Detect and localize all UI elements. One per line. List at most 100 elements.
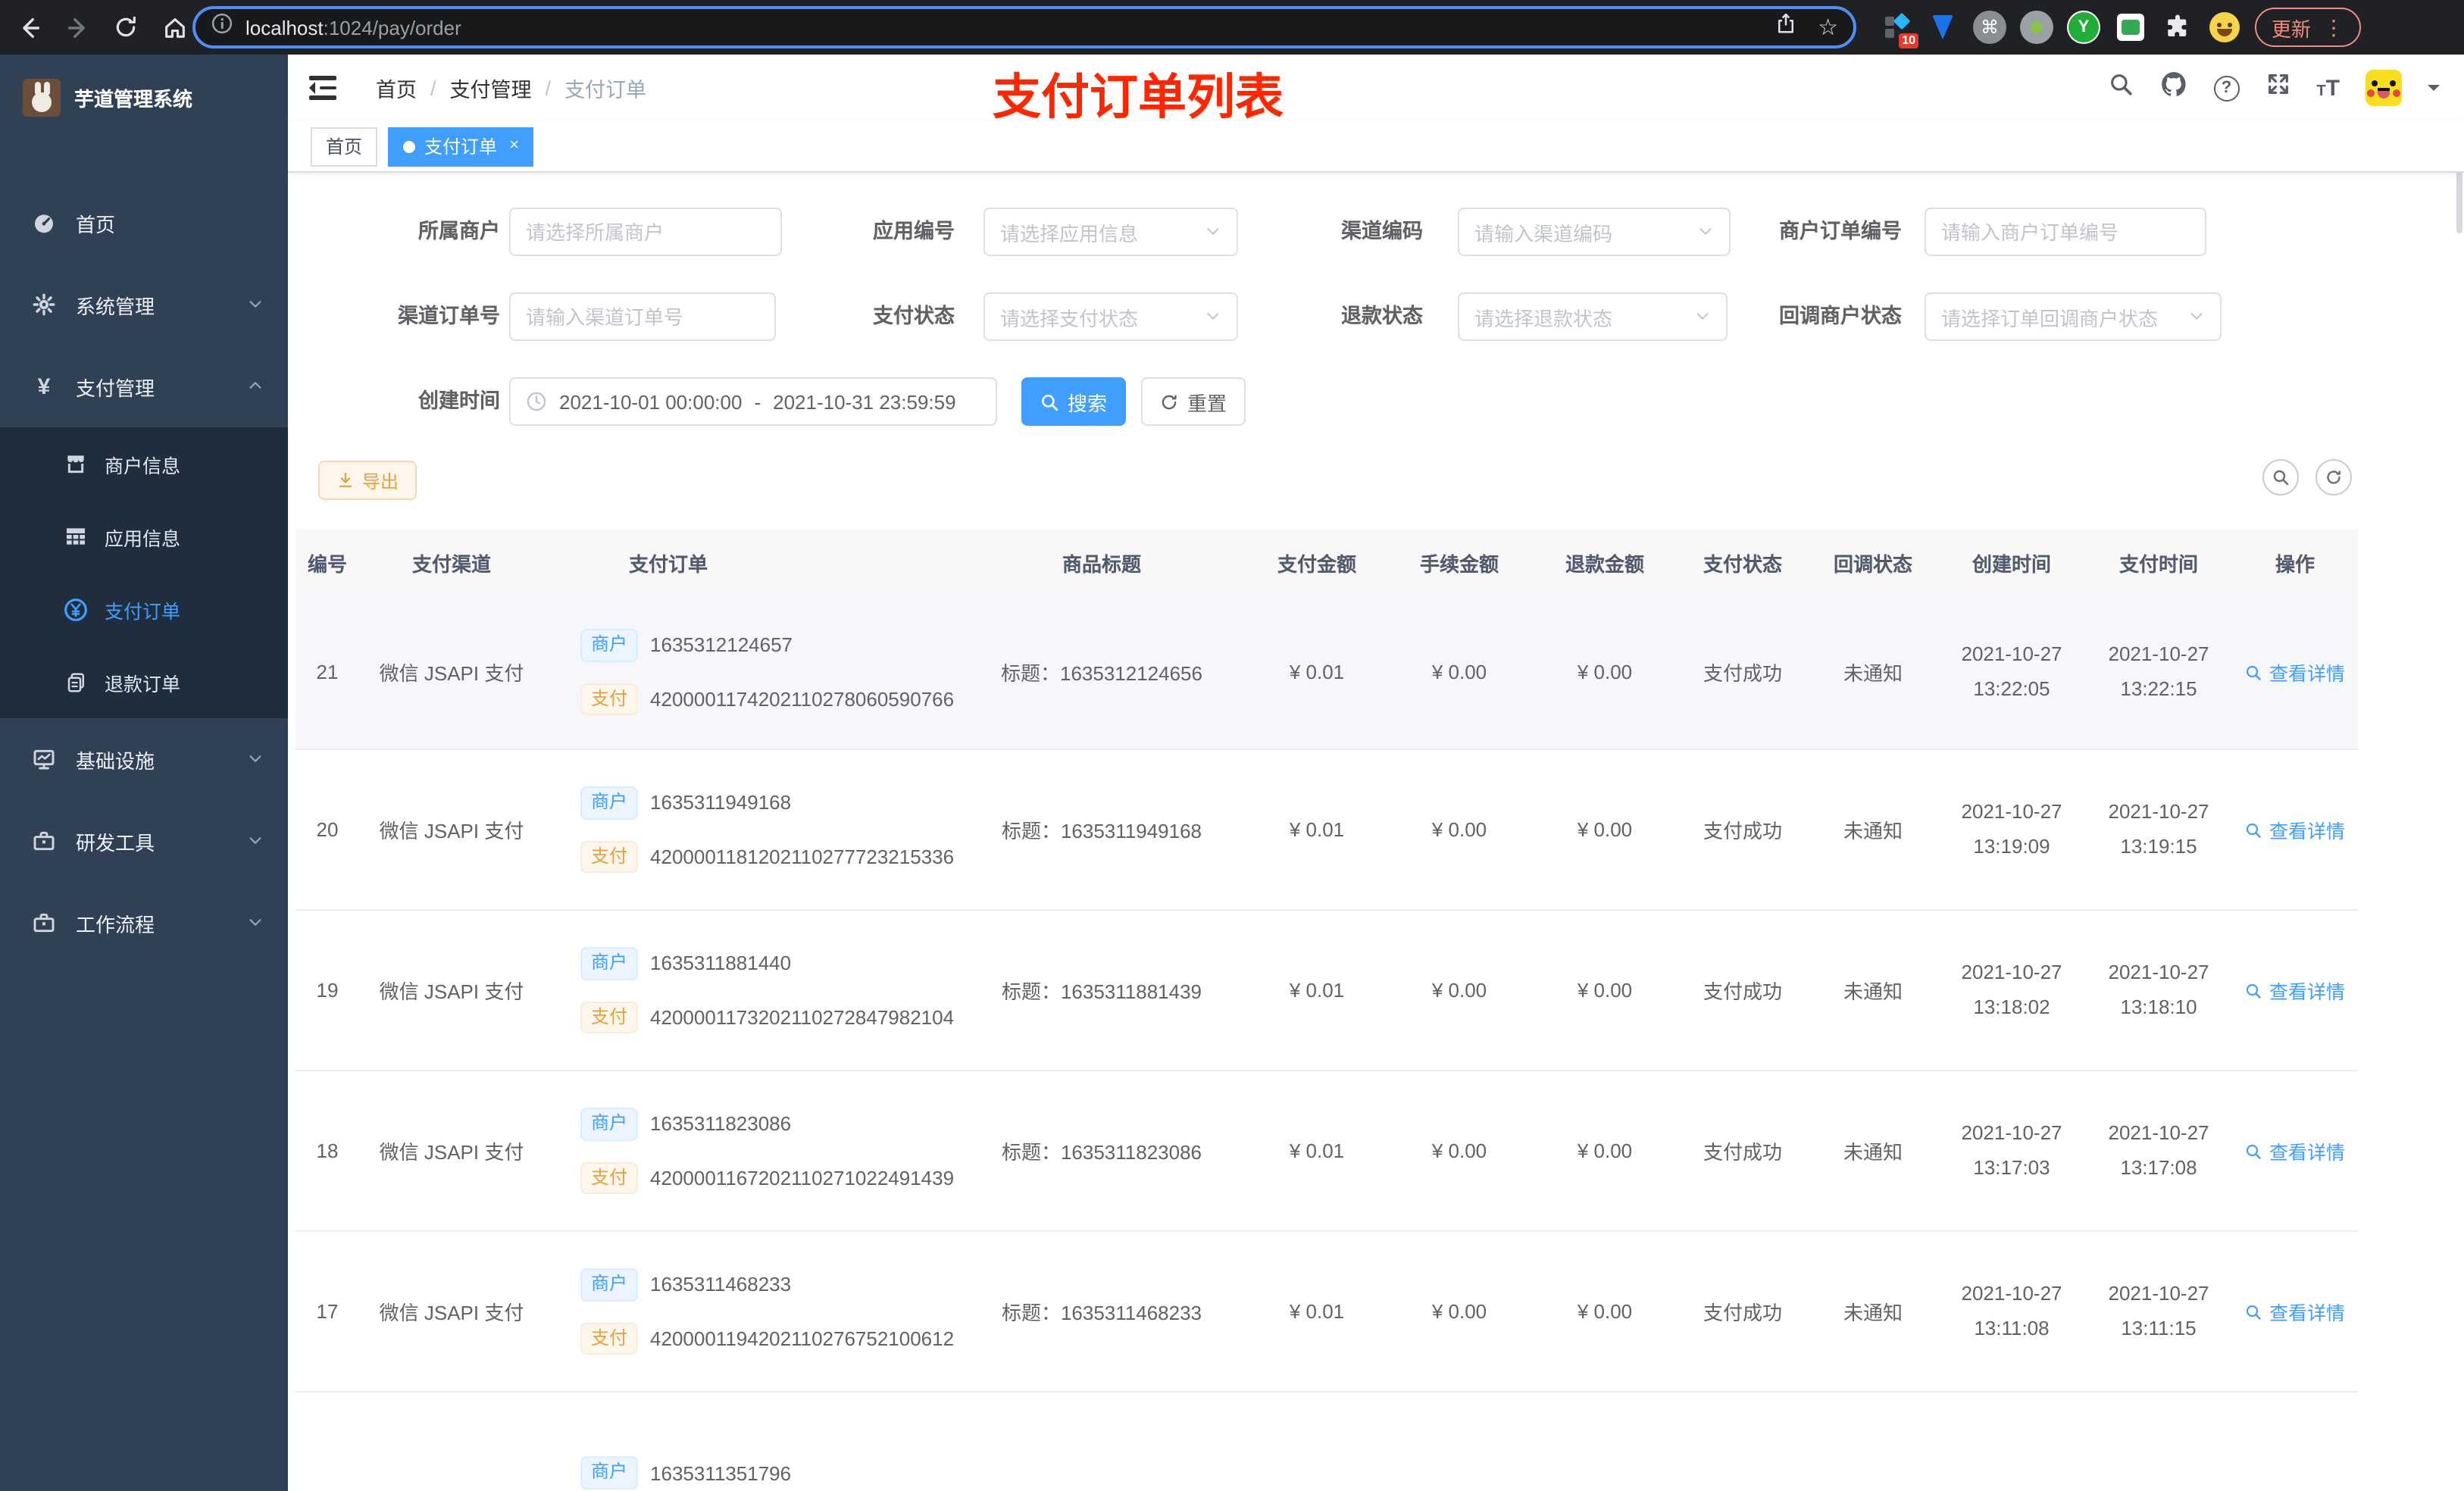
address-bar[interactable]: localhost:1024/pay/order ☆	[192, 6, 1856, 48]
extension-kite-icon[interactable]	[1926, 11, 1959, 44]
export-button[interactable]: 导出	[318, 461, 417, 500]
filter-label-refund-status: 退款状态	[1341, 305, 1423, 327]
app-navbar: 首页 / 支付管理 / 支付订单 支付订单列表 ? TT	[288, 55, 2464, 124]
app-no-select[interactable]: 请选择应用信息	[983, 208, 1238, 256]
help-icon[interactable]: ?	[2213, 75, 2240, 101]
extension-blocker-icon[interactable]: 10	[1879, 11, 1918, 48]
chevron-down-icon	[247, 830, 264, 852]
sidebar-item-payment[interactable]: ¥ 支付管理	[0, 345, 288, 427]
sidebar-item-merchant-info[interactable]: 商户信息	[0, 427, 288, 500]
font-size-icon[interactable]: TT	[2316, 75, 2340, 101]
breadcrumb-payment[interactable]: 支付管理	[450, 73, 532, 103]
col-status: 支付状态	[1703, 552, 1782, 575]
briefcase-icon	[32, 911, 56, 935]
pay-status-select[interactable]: 请选择支付状态	[983, 292, 1238, 341]
table-row: 20 微信 JSAPI 支付 商户 1635311949168 支付 4200001…	[295, 750, 2358, 911]
refresh-table-button[interactable]	[2315, 459, 2352, 495]
extension-command-icon[interactable]: ⌘	[1973, 11, 2006, 44]
create-time-range-picker[interactable]: 2021-10-01 00:00:00 - 2021-10-31 23:59:5…	[509, 377, 997, 426]
chevron-down-icon	[247, 911, 264, 934]
filter-label-create-time: 创建时间	[418, 389, 500, 412]
app-logo[interactable]: 芋道管理系统	[0, 55, 288, 139]
view-detail-link[interactable]: 查看详情	[2245, 815, 2345, 844]
monitor-chart-icon	[32, 747, 56, 771]
tag-home[interactable]: 首页	[311, 127, 378, 166]
status-text: 支付成功	[1703, 820, 1782, 842]
yen-circle-icon	[64, 596, 88, 622]
sidebar-item-workflow[interactable]: 工作流程	[0, 882, 288, 964]
breadcrumb-home[interactable]: 首页	[376, 73, 417, 103]
merchant-badge: 商户	[580, 786, 639, 819]
sidebar-item-refund-order[interactable]: 退款订单	[0, 645, 288, 718]
pay-badge: 支付	[580, 1322, 639, 1355]
merchant-order-no-input[interactable]	[1925, 208, 2206, 256]
sidebar-item-pay-order[interactable]: 支付订单	[0, 573, 288, 645]
refund-status-select[interactable]: 请选择退款状态	[1458, 292, 1728, 341]
sidebar-item-system[interactable]: 系统管理	[0, 264, 288, 345]
sidebar-item-home[interactable]: 首页	[0, 182, 288, 264]
filter-label-channel-order-no: 渠道订单号	[398, 305, 500, 327]
breadcrumb-separator: /	[430, 77, 436, 99]
view-detail-link[interactable]: 查看详情	[2245, 1136, 2345, 1165]
avatar-caret-down-icon[interactable]	[2428, 85, 2440, 97]
tag-pay-order[interactable]: 支付订单 ×	[388, 127, 534, 166]
bookmark-star-icon[interactable]: ☆	[1818, 14, 1838, 41]
browser-forward-button[interactable]	[58, 8, 97, 47]
github-icon[interactable]	[2159, 70, 2187, 106]
merchant-badge: 商户	[580, 628, 639, 661]
notify-status-select[interactable]: 请选择订单回调商户状态	[1925, 292, 2222, 341]
chevron-down-icon	[247, 293, 264, 316]
sidebar-item-app-info[interactable]: 应用信息	[0, 500, 288, 573]
view-detail-link[interactable]: 查看详情	[2245, 658, 2345, 686]
toggle-search-button[interactable]	[2262, 459, 2299, 495]
view-detail-link[interactable]: 查看详情	[2245, 976, 2345, 1005]
url-text: localhost:1024/pay/order	[245, 16, 461, 39]
browser-home-button[interactable]	[155, 8, 194, 47]
browser-update-menu-button[interactable]: 更新 ⋮	[2255, 8, 2362, 47]
merchant-filter-input[interactable]	[509, 208, 782, 256]
shop-icon	[64, 452, 88, 476]
table-row: 19 微信 JSAPI 支付 商户 1635311881440 支付 4200001…	[295, 911, 2358, 1071]
sidebar-item-dev-tools[interactable]: 研发工具	[0, 800, 288, 882]
site-info-icon[interactable]	[211, 12, 233, 42]
filter-label-channel-code: 渠道编码	[1341, 220, 1423, 242]
view-detail-link[interactable]: 查看详情	[2245, 1297, 2345, 1326]
channel-order-no-input[interactable]	[509, 292, 776, 341]
tags-view-bar: 首页 支付订单 ×	[288, 121, 2464, 173]
yen-icon: ¥	[37, 374, 51, 399]
user-avatar[interactable]	[2366, 70, 2402, 106]
browser-toolbar: localhost:1024/pay/order ☆ 10 ⌘ Y 更新 ⋮	[0, 0, 2464, 55]
browser-menu-dots-icon[interactable]: ⋮	[2323, 14, 2344, 40]
sidebar-item-infrastructure[interactable]: 基础设施	[0, 718, 288, 800]
extensions-puzzle-icon[interactable]	[2161, 11, 2194, 44]
extension-y-icon[interactable]: Y	[2067, 11, 2100, 44]
breadcrumb: 首页 / 支付管理 / 支付订单	[376, 73, 646, 103]
browser-profile-avatar[interactable]	[2208, 11, 2241, 44]
filter-label-pay-status: 支付状态	[873, 305, 955, 327]
filter-label-merchant: 所属商户	[418, 220, 500, 242]
extension-chat-icon[interactable]	[2114, 11, 2147, 44]
chevron-down-icon	[247, 748, 264, 771]
col-channel: 支付渠道	[411, 552, 491, 575]
browser-back-button[interactable]	[9, 8, 48, 47]
extension-record-icon[interactable]	[2020, 11, 2053, 44]
col-refund: 退款金额	[1565, 552, 1644, 575]
payment-submenu: 商户信息 应用信息 支付订单 退款订单	[0, 427, 288, 718]
share-icon[interactable]	[1774, 12, 1796, 42]
tag-close-icon[interactable]: ×	[509, 137, 519, 155]
extensions-row: 10 ⌘ Y 更新 ⋮	[1879, 0, 2362, 55]
grid-icon	[64, 524, 88, 549]
sidebar-toggle-icon[interactable]	[309, 76, 336, 100]
merchant-badge: 商户	[580, 1107, 639, 1140]
browser-reload-button[interactable]	[106, 8, 145, 47]
app-title: 芋道管理系统	[74, 87, 193, 110]
pay-badge: 支付	[580, 1001, 639, 1034]
search-button[interactable]: 搜索	[1021, 377, 1126, 426]
col-notify: 回调状态	[1833, 552, 1912, 575]
reset-button[interactable]: 重置	[1141, 377, 1246, 426]
dashboard-icon	[32, 211, 56, 235]
logo-avatar	[23, 78, 61, 116]
header-search-icon[interactable]	[2107, 71, 2133, 105]
fullscreen-icon[interactable]	[2265, 71, 2290, 105]
filter-label-app-no: 应用编号	[873, 220, 955, 242]
